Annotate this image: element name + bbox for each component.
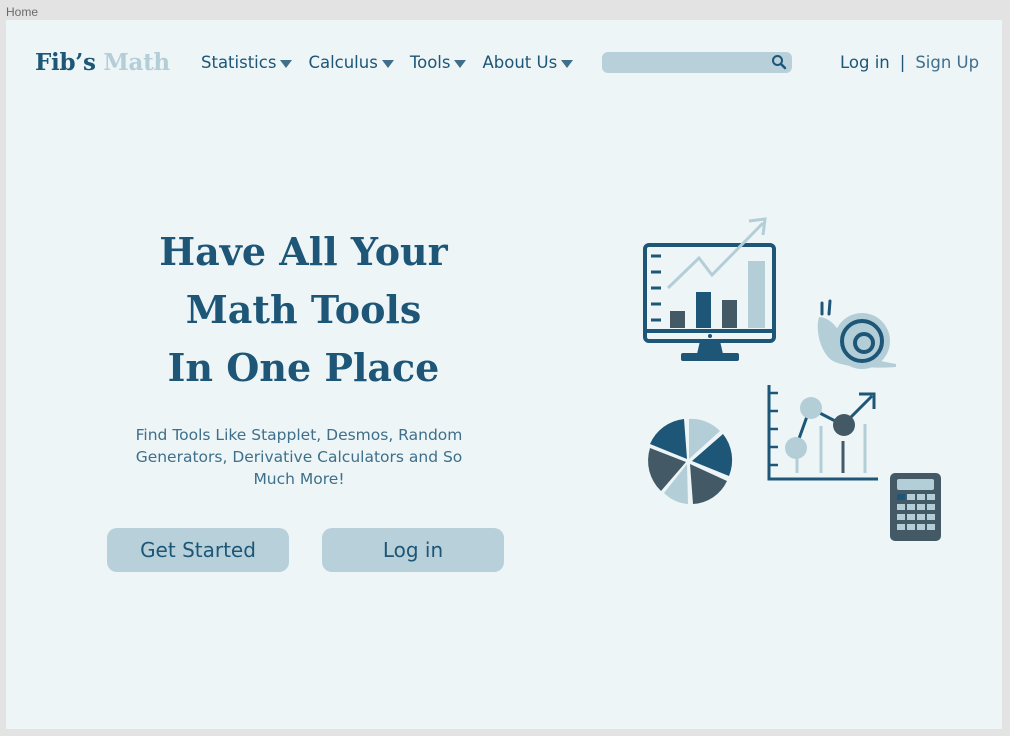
pie-chart-icon [648,418,733,504]
calculator-icon [890,473,941,541]
get-started-button[interactable]: Get Started [107,528,289,572]
brand-logo[interactable]: Fib’s Math [35,49,170,76]
nav-item-label: Tools [409,53,451,72]
hero-title-line: Math Tools [185,287,422,332]
hero-title-line: Have All Your [159,229,448,274]
hero-subtitle: Find Tools Like Stapplet, Desmos, Random… [135,426,463,488]
home-page: Fib’s Math Statistics Calculus Tools Abo… [6,20,1002,729]
signup-link[interactable]: Sign Up [915,53,979,72]
search-input[interactable] [610,54,764,72]
caret-down-icon [561,60,574,68]
scatter-chart-icon [767,385,878,481]
nav-item-label: Statistics [201,53,277,72]
frame-label: Home [6,5,39,19]
nav-item-label: About Us [482,53,558,72]
search-icon[interactable] [771,54,787,74]
hero-login-button[interactable]: Log in [322,528,504,572]
snail-icon [817,299,896,369]
nav-item-tools[interactable]: Tools [410,53,467,72]
brand-name-part2: Math [103,49,170,76]
nav-item-statistics[interactable]: Statistics [201,53,293,72]
nav-item-about-us[interactable]: About Us [482,53,574,72]
auth-separator: | [899,53,906,72]
hero-title-line: In One Place [167,345,440,390]
caret-down-icon [280,60,293,68]
caret-down-icon [381,60,394,68]
auth-links: Log in | Sign Up [840,53,979,72]
brand-name-part1: Fib’s [35,49,96,76]
nav-item-label: Calculus [308,53,378,72]
main-nav: Statistics Calculus Tools About Us [201,53,589,72]
login-link[interactable]: Log in [840,53,890,72]
monitor-chart-icon [643,217,776,361]
hero-title: Have All Your Math Tools In One Place [106,223,501,397]
caret-down-icon [454,60,467,68]
search-bar [602,52,792,73]
nav-item-calculus[interactable]: Calculus [308,53,394,72]
